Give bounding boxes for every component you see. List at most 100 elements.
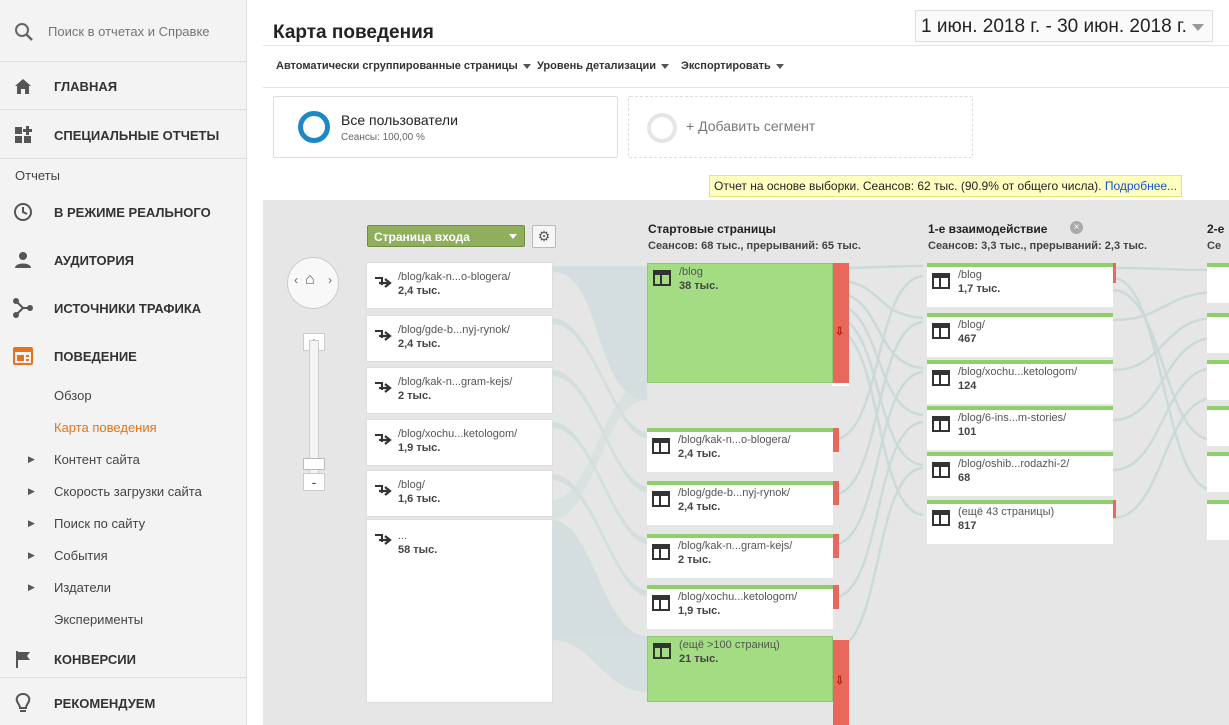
page-node[interactable] [1207,500,1229,540]
node-label: /blog/gde-b...nyj-rynok/ [678,487,790,499]
dropoff-cut [832,383,849,386]
nav-events[interactable]: События [54,548,108,563]
page-node[interactable]: /blog/kak-n...o-blogera/ 2,4 тыс. [647,428,833,472]
page-node[interactable]: /blog/ 467 [927,313,1113,357]
nav-audience-label: АУДИТОРИЯ [54,253,135,268]
page-node[interactable]: /blog/gde-b...nyj-rynok/ 2,4 тыс. [647,481,833,525]
segment-sessions: Сеансы: 100,00 % [341,132,425,143]
dropoff-bar[interactable] [1113,500,1116,518]
nav-behavior-overview[interactable]: Обзор [54,388,92,403]
flow-canvas[interactable]: ‹ ⌂ › + - Страница входа ⚙ Стартовые стр… [263,200,1229,725]
node-label: /blog/kak-n...gram-kejs/ [678,540,793,552]
dropoff-bar[interactable] [833,585,839,609]
zoom-out-button[interactable]: - [303,473,325,491]
detail-level-menu[interactable]: Уровень детализации [537,60,669,72]
sampling-more-link[interactable]: Подробнее... [1105,179,1177,193]
node-label: /blog/kak-n...o-blogera/ [678,434,791,446]
page-node[interactable]: /blog 38 тыс. [647,263,833,383]
node-value: 68 [958,472,971,484]
nav-custom-label: СПЕЦИАЛЬНЫЕ ОТЧЕТЫ [54,128,220,143]
source-node[interactable]: /blog/ 1,6 тыс. [367,471,552,516]
entrance-arrow-icon [375,330,392,341]
page-icon [932,323,950,339]
page-node[interactable]: /blog/oshib...rodazhi-2/ 68 [927,452,1113,496]
dropoff-bar[interactable] [1113,263,1116,283]
nav-experiments[interactable]: Эксперименты [54,612,143,627]
nav-audience[interactable]: АУДИТОРИЯ [0,238,247,282]
chevron-right-icon[interactable]: › [328,273,332,287]
node-value: 2 тыс. [678,554,712,566]
date-range-picker[interactable]: 1 июн. 2018 г. - 30 июн. 2018 г. [915,10,1213,42]
person-icon [15,252,31,268]
grouped-pages-menu[interactable]: Автоматически сгруппированные страницы [276,60,531,72]
nav-behavior[interactable]: ПОВЕДЕНИЕ [0,334,247,378]
page-node[interactable]: /blog/kak-n...gram-kejs/ 2 тыс. [647,534,833,578]
gear-icon[interactable]: ⚙ [532,225,556,248]
nav-acquisition[interactable]: ИСТОЧНИКИ ТРАФИКА [0,286,247,330]
entrance-arrow-icon [375,382,392,393]
add-segment-button[interactable]: + Добавить сегмент [628,96,973,158]
dimension-dropdown[interactable]: Страница входа [367,225,525,247]
page-icon [932,273,950,289]
expand-arrow-icon[interactable]: ▶ [28,550,35,561]
source-node[interactable]: /blog/gde-b...nyj-rynok/ 2,4 тыс. [367,316,552,361]
page-node[interactable] [1207,360,1229,400]
node-label: /blog [679,266,703,278]
nav-recommend[interactable]: РЕКОМЕНДУЕМ [0,682,247,725]
chevron-left-icon[interactable]: ‹ [294,273,298,287]
search-icon[interactable] [13,21,35,43]
source-node[interactable]: /blog/kak-n...gram-kejs/ 2 тыс. [367,368,552,413]
nav-conversions[interactable]: КОНВЕРСИИ [0,638,247,678]
nav-publishers[interactable]: Издатели [54,580,111,595]
nav-realtime[interactable]: В РЕЖИМЕ РЕАЛЬНОГО [0,190,247,234]
dropoff-arrow-icon: ⇩ [835,675,845,687]
sampling-notice: Отчет на основе выборки. Сеансов: 62 тыс… [709,175,1183,197]
expand-arrow-icon[interactable]: ▶ [28,486,35,497]
expand-arrow-icon[interactable]: ▶ [28,518,35,529]
date-range-label: 1 июн. 2018 г. - 30 июн. 2018 г. [921,16,1187,37]
nav-realtime-label: В РЕЖИМЕ РЕАЛЬНОГО [54,205,211,220]
node-label: (ещё 43 страницы) [958,506,1055,518]
search-input[interactable] [48,18,228,44]
page-node[interactable] [1207,406,1229,446]
node-label: ... [398,530,408,542]
home-icon[interactable]: ⌂ [305,271,315,289]
source-node[interactable]: /blog/kak-n...o-blogera/ 2,4 тыс. [367,263,552,308]
page-node[interactable]: /blog 1,7 тыс. [927,263,1113,307]
expand-arrow-icon[interactable]: ▶ [28,582,35,593]
node-label: /blog/gde-b...nyj-rynok/ [398,324,510,336]
source-node[interactable]: ... 58 тыс. [367,520,552,702]
segment-all-users[interactable]: Все пользователи Сеансы: 100,00 % [273,96,618,158]
nav-site-content[interactable]: Контент сайта [54,452,140,467]
node-value: 2 тыс. [398,390,432,402]
page-node[interactable]: (ещё >100 страниц) 21 тыс. [647,636,833,702]
node-value: 817 [958,520,977,532]
page-icon [652,544,670,560]
node-label: /blog/ [958,319,985,331]
nav-site-search[interactable]: Поиск по сайту [54,516,145,531]
page-node[interactable]: /blog/6-ins...m-stories/ 101 [927,406,1113,450]
dropoff-bar[interactable] [833,481,839,505]
node-label: /blog/kak-n...gram-kejs/ [398,376,513,388]
nav-behavior-flow[interactable]: Карта поведения [54,420,157,435]
nav-custom-reports[interactable]: СПЕЦИАЛЬНЫЕ ОТЧЕТЫ [0,110,247,159]
page-node[interactable]: (ещё 43 страницы) 817 [927,500,1113,544]
export-menu[interactable]: Экспортировать [681,60,784,72]
expand-arrow-icon[interactable]: ▶ [28,454,35,465]
nav-home[interactable]: ГЛАВНАЯ [0,62,247,110]
page-node[interactable]: /blog/xochu...ketologom/ 124 [927,360,1113,404]
pan-control[interactable]: ‹ ⌂ › [287,257,339,309]
dropoff-bar[interactable] [833,534,839,558]
page-node[interactable] [1207,263,1229,303]
dropoff-bar[interactable] [833,428,839,452]
zoom-handle[interactable] [303,458,325,470]
page-node[interactable] [1207,452,1229,492]
dropoff-bar[interactable] [833,263,849,383]
source-node[interactable]: /blog/xochu...ketologom/ 1,9 тыс. [367,420,552,465]
nav-site-speed[interactable]: Скорость загрузки сайта [54,484,202,499]
page-node[interactable] [1207,313,1229,353]
dropoff-arrow-icon: ⇩ [835,326,845,338]
node-label: /blog/oshib...rodazhi-2/ [958,458,1070,470]
close-icon[interactable]: × [1070,221,1083,234]
page-node[interactable]: /blog/xochu...ketologom/ 1,9 тыс. [647,585,833,629]
